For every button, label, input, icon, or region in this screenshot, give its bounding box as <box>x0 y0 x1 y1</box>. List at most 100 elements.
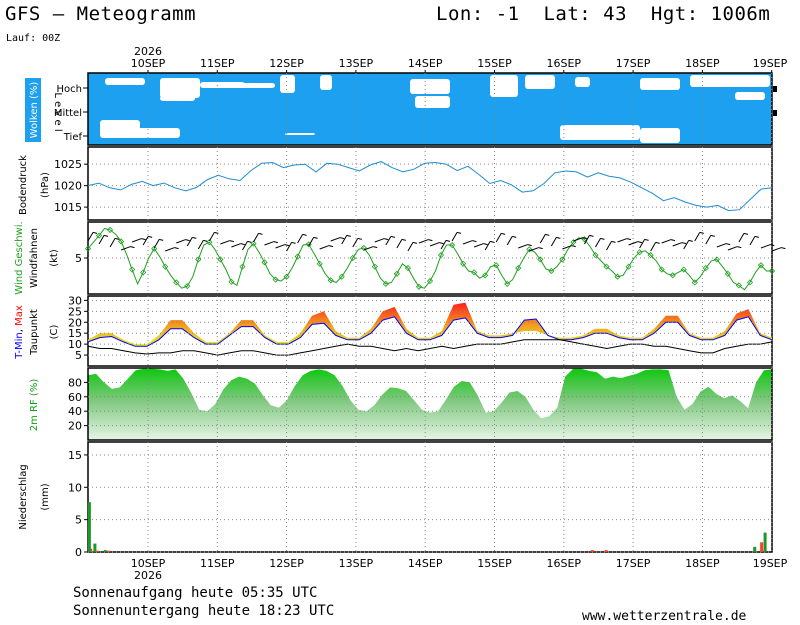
wind-barb-flag <box>490 240 495 243</box>
wind-barb-flag <box>412 241 418 244</box>
wind-barb-flag <box>313 236 318 239</box>
date-label-top: 15SEP <box>477 57 512 70</box>
temperature-panel: 51015202530T-Min, Max Taupunkt (C) <box>14 294 773 367</box>
cloud-gap <box>135 128 180 138</box>
date-label-top: 17SEP <box>616 57 651 70</box>
wind-barb-flag <box>445 239 451 242</box>
wind-barb-flag <box>743 232 749 235</box>
wind-barb <box>650 242 657 252</box>
humidity-tick-label: 80 <box>68 376 82 389</box>
precipitation-frame <box>87 441 773 553</box>
wind-barb-flag <box>781 247 786 250</box>
precipitation-bar <box>93 543 97 552</box>
wind-barb <box>120 246 131 251</box>
wind-barb-flag <box>92 231 98 234</box>
wind-barb <box>661 239 672 244</box>
wind-axis-label-2: Windfahnen <box>29 228 40 288</box>
wind-barb-flag <box>174 247 179 250</box>
precipitation-bar <box>96 550 100 552</box>
wind-barb-flag <box>428 239 433 242</box>
wind-barb-flag <box>258 232 263 235</box>
wind-barb-flag <box>670 239 676 242</box>
wind-barb <box>242 241 248 251</box>
precipitation-tick-label: 5 <box>75 514 82 527</box>
wind-barb <box>253 233 259 243</box>
wind-tick-label: 5 <box>75 252 82 265</box>
wind-barb <box>297 234 304 244</box>
wind-barb-flag <box>401 238 407 241</box>
wind-barb-flag <box>770 244 775 247</box>
precipitation-unit-label: (mm) <box>40 483 51 510</box>
pressure-line <box>87 161 773 212</box>
precipitation-bar <box>604 550 608 552</box>
wind-axis-label-1: Wind Geschwi. <box>14 221 25 294</box>
humidity-tick-label: 20 <box>68 420 82 433</box>
wind-barb-flag <box>512 235 517 238</box>
date-label-bottom: 18SEP <box>685 557 720 570</box>
wind-barb <box>319 245 330 250</box>
cloud-gap <box>285 133 315 135</box>
pressure-tick-label: 1015 <box>54 201 82 214</box>
cloud-gap <box>575 77 590 87</box>
wind-barb-flag <box>302 233 307 236</box>
cloud-marker <box>773 86 777 92</box>
wind-barb <box>639 239 646 249</box>
wind-barb <box>385 236 392 246</box>
wind-barb-flag <box>582 237 587 240</box>
cloud-gap <box>560 125 640 140</box>
wind-barb <box>539 234 546 244</box>
wind-barb-flag <box>655 241 660 244</box>
meteogram-chart: 202610SEP 11SEP 12SEP 13SEP 14SEP 15SEP 16SEP 1… <box>14 45 788 582</box>
wind-barb-flag <box>754 235 760 238</box>
date-label-bottom: 19SEP <box>753 557 788 570</box>
wind-barb-flag <box>538 247 543 250</box>
wind-barb <box>473 243 484 248</box>
wind-barb-flag <box>247 240 252 243</box>
wind-barb-flag <box>192 236 197 239</box>
wind-barb-flag <box>130 246 135 249</box>
wind-barb <box>275 244 286 249</box>
pressure-unit-label: (hPa) <box>40 172 51 198</box>
wind-barb <box>683 240 690 250</box>
wind-barb <box>749 236 756 246</box>
precipitation-tick-label: 15 <box>68 449 82 462</box>
precipitation-panel: 5 10 15 0 Niederschlag (mm) <box>18 441 773 559</box>
cloud-gap <box>525 75 555 89</box>
wind-barb <box>694 232 701 242</box>
humidity-tick-label: 60 <box>68 391 82 404</box>
cloud-gap <box>100 120 140 138</box>
date-label-bottom: 16SEP <box>547 557 582 570</box>
date-label-bottom: 10SEP <box>131 557 166 570</box>
wind-barb <box>451 232 458 242</box>
wind-barb <box>341 235 348 245</box>
cloud-axis-label: Wolken (%) <box>29 82 40 139</box>
date-label-top: 18SEP <box>685 57 720 70</box>
site-link[interactable]: www.wetterzentrale.de <box>582 609 746 624</box>
wind-barb <box>220 240 230 245</box>
date-label-bottom: 13SEP <box>339 557 374 570</box>
temperature-unit-label: (C) <box>49 325 60 340</box>
wind-barb <box>407 242 414 252</box>
level-axis-label: L e v e l <box>52 92 63 131</box>
wind-barb <box>418 239 429 244</box>
wind-barb <box>606 241 612 251</box>
sunset-text: Sonnenuntergang heute 18:23 UTC <box>73 603 335 619</box>
cloud-gap <box>640 128 680 143</box>
wind-barb <box>286 242 293 252</box>
tmin-label: T-Min <box>14 332 25 360</box>
precipitation-bar <box>753 546 757 552</box>
pressure-frame <box>87 146 773 221</box>
precipitation-tick-label: 0 <box>75 546 82 559</box>
date-label-top: 10SEP <box>131 57 166 70</box>
precipitation-bar <box>760 542 764 552</box>
wind-barb <box>176 239 186 244</box>
wind-barb <box>550 237 557 247</box>
cloud-gap <box>415 96 450 108</box>
date-label-bottom: 11SEP <box>200 557 235 570</box>
wind-barb-flag <box>681 242 687 245</box>
wind-barb-flag <box>710 234 715 237</box>
wind-barb-flag <box>527 244 532 247</box>
wind-barb-flag <box>346 234 351 237</box>
wind-barb-flag <box>148 235 153 238</box>
wind-barb-flag <box>390 235 395 238</box>
